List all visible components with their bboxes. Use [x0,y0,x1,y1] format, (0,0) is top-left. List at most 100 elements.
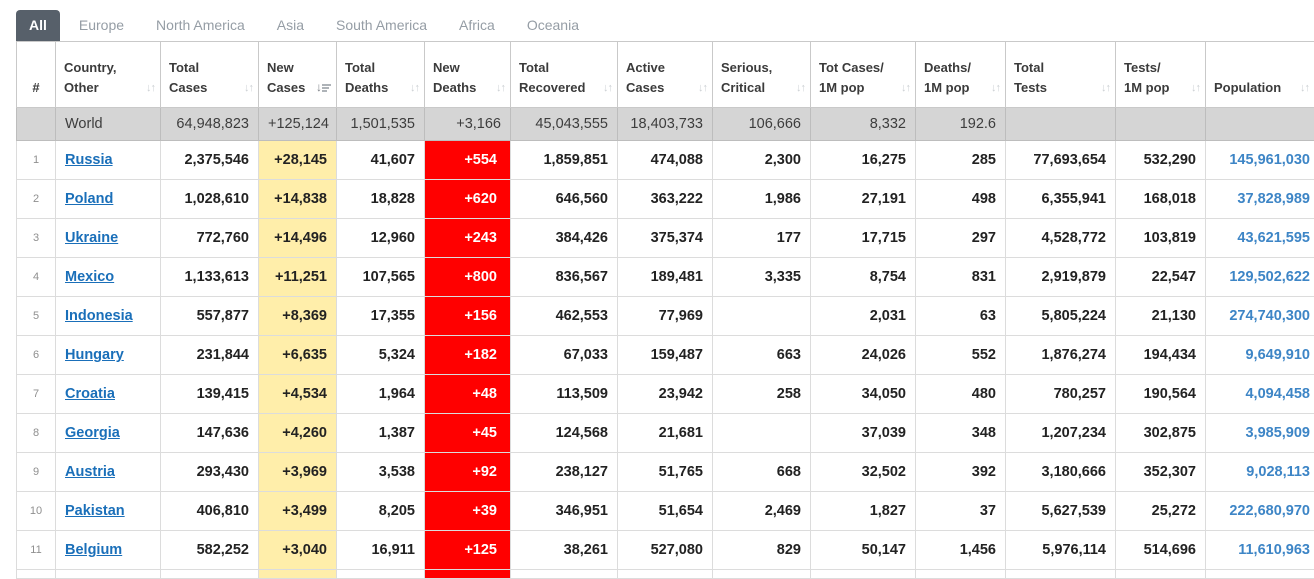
cell-total-cases: 582,252 [160,530,259,570]
cell-tests-1m: 168,018 [1115,179,1206,219]
country-link[interactable]: Poland [65,191,113,207]
col-header-tot-cases-1m[interactable]: Tot Cases/1M pop ↓↑ [810,41,916,108]
cell-total-recovered: 67,033 [510,335,618,375]
country-link[interactable]: Hungary [65,347,124,363]
country-link[interactable]: Mexico [65,269,114,285]
cell-deaths-1m: 552 [915,335,1006,375]
table-row: 2 Poland 1,028,610 +14,838 18,828 +620 646,560… [16,179,1314,219]
cell-rank: 7 [16,374,56,414]
cell-partial [915,569,1006,579]
cell-total-recovered: 113,509 [510,374,618,414]
cell-tot-cases-1m: 8,332 [810,107,916,141]
col-header-total-cases[interactable]: Total Cases ↓↑ [160,41,259,108]
cell-serious-critical: 668 [712,452,811,492]
cell-partial [336,569,425,579]
cell-rank: 6 [16,335,56,375]
cell-population: 222,680,970 [1205,491,1314,531]
cell-total-deaths: 17,355 [336,296,425,336]
col-header-label: Total [519,59,550,75]
cell-country: Hungary [55,335,161,375]
cell-total-tests: 5,976,114 [1005,530,1116,570]
cell-total-tests: 780,257 [1005,374,1116,414]
col-header-tests-1m[interactable]: Tests/1M pop ↓↑ [1115,41,1206,108]
col-header-label: 1M pop [819,79,865,95]
cell-total-recovered: 346,951 [510,491,618,531]
cell-total-cases: 406,810 [160,491,259,531]
col-header-total-tests[interactable]: Total Tests ↓↑ [1005,41,1116,108]
col-header-new-cases[interactable]: New Cases ↓ [258,41,337,108]
tab-south-america[interactable]: South America [323,10,440,41]
cell-total-recovered: 646,560 [510,179,618,219]
col-header-serious-critical[interactable]: Serious, Critical ↓↑ [712,41,811,108]
col-header-label: Total [169,59,200,75]
cell-tests-1m: 302,875 [1115,413,1206,453]
table-row: 5 Indonesia 557,877 +8,369 17,355 +156 462,553… [16,296,1314,336]
tab-africa[interactable]: Africa [446,10,508,41]
cell-partial [510,569,618,579]
col-header-label: New [433,59,460,75]
col-header-label: Other [64,79,99,95]
sort-both-icon: ↓↑ [244,81,254,94]
cell-total-deaths: 1,501,535 [336,107,425,141]
cell-active-cases: 77,969 [617,296,713,336]
cell-rank: 10 [16,491,56,531]
tab-asia[interactable]: Asia [264,10,317,41]
cell-total-deaths: 107,565 [336,257,425,297]
cell-total-deaths: 3,538 [336,452,425,492]
country-link[interactable]: Ukraine [65,230,118,246]
cell-total-deaths: 12,960 [336,218,425,258]
cell-tot-cases-1m: 50,147 [810,530,916,570]
cell-new-cases: +125,124 [258,107,337,141]
col-header-country[interactable]: Country, Other ↓↑ [55,41,161,108]
cell-serious-critical: 2,469 [712,491,811,531]
cell-tot-cases-1m: 32,502 [810,452,916,492]
col-header-label: Cases [267,79,306,95]
cell-total-recovered: 124,568 [510,413,618,453]
cell-tot-cases-1m: 8,754 [810,257,916,297]
country-link[interactable]: Georgia [65,425,120,441]
country-link[interactable]: Croatia [65,386,115,402]
tab-oceania[interactable]: Oceania [514,10,592,41]
cell-total-recovered: 462,553 [510,296,618,336]
cell-tests-1m: 532,290 [1115,140,1206,180]
cell-rank: 8 [16,413,56,453]
cell-total-deaths: 5,324 [336,335,425,375]
cell-serious-critical: 258 [712,374,811,414]
country-link[interactable]: Austria [65,464,115,480]
col-header-label: Deaths [345,79,389,95]
cell-total-cases: 772,760 [160,218,259,258]
cell-partial [16,569,56,579]
sort-both-icon: ↓↑ [698,81,708,94]
table-row: 1 Russia 2,375,546 +28,145 41,607 +554 1,859,8… [16,140,1314,180]
cell-tests-1m [1115,107,1206,141]
cell-total-tests: 5,805,224 [1005,296,1116,336]
country-link[interactable]: Pakistan [65,503,125,519]
table-row: 9 Austria 293,430 +3,969 3,538 +92 238,127 51,7… [16,452,1314,492]
cell-country: Indonesia [55,296,161,336]
cell-total-tests: 2,919,879 [1005,257,1116,297]
cell-active-cases: 23,942 [617,374,713,414]
tab-all[interactable]: All [16,10,60,41]
cell-active-cases: 51,765 [617,452,713,492]
cell-new-cases: +6,635 [258,335,337,375]
col-header-active-cases[interactable]: Active Cases ↓↑ [617,41,713,108]
sort-both-icon: ↓↑ [991,81,1001,94]
country-link[interactable]: Indonesia [65,308,133,324]
cell-rank: 9 [16,452,56,492]
col-header-population[interactable]: Population ↓↑ [1205,41,1314,108]
col-header-label: New [267,59,294,75]
country-link[interactable]: Belgium [65,542,122,558]
cell-total-deaths: 1,964 [336,374,425,414]
cell-tot-cases-1m: 2,031 [810,296,916,336]
col-header-deaths-1m[interactable]: Deaths/1M pop ↓↑ [915,41,1006,108]
col-header-total-recovered[interactable]: Total Recovered ↓↑ [510,41,618,108]
country-link[interactable]: Russia [65,152,113,168]
sort-both-icon: ↓↑ [1300,81,1310,94]
col-header-new-deaths[interactable]: New Deaths ↓↑ [424,41,511,108]
tab-north-america[interactable]: North America [143,10,258,41]
col-header-total-deaths[interactable]: Total Deaths ↓↑ [336,41,425,108]
cell-rank: 11 [16,530,56,570]
col-header-label: Cases [169,79,208,95]
cell-country: Croatia [55,374,161,414]
tab-europe[interactable]: Europe [66,10,137,41]
